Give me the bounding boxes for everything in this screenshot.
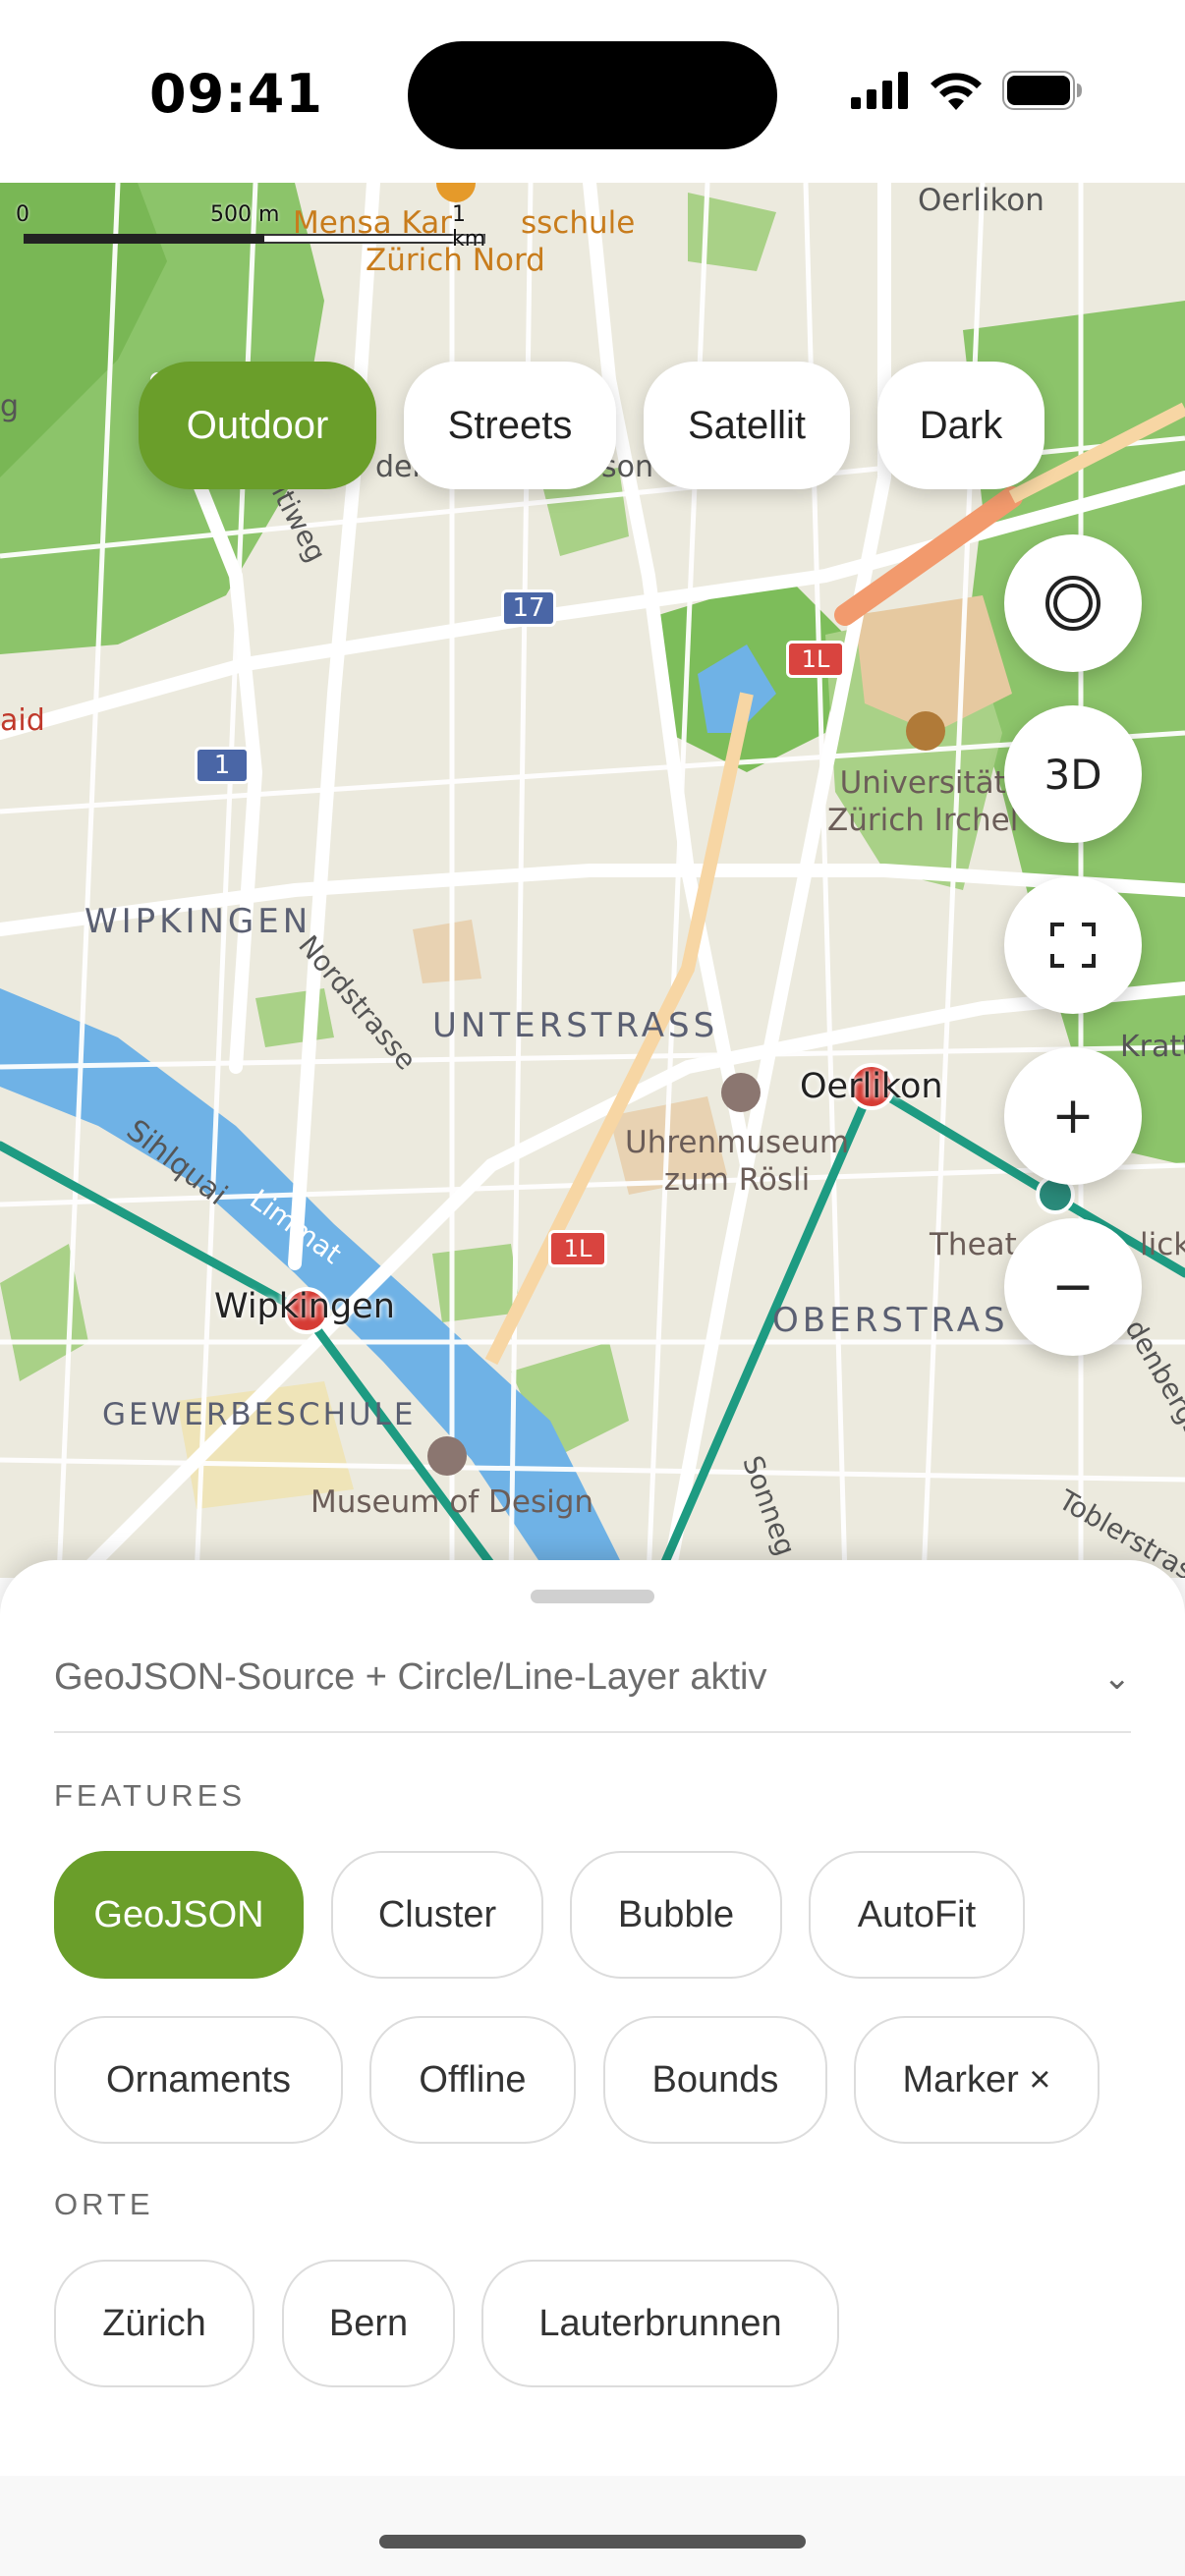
- road-shield-1: 1: [195, 747, 250, 784]
- fullscreen-button[interactable]: [1004, 876, 1142, 1014]
- signal-icon: [851, 72, 908, 109]
- wifi-icon: [931, 73, 982, 110]
- poi-label-museum-design: Museum of Design: [310, 1484, 594, 1520]
- source-selector-label: GeoJSON-Source + Circle/Line-Layer aktiv: [54, 1656, 767, 1698]
- style-chip-outdoor[interactable]: Outdoor: [139, 362, 376, 489]
- locate-button[interactable]: [1004, 534, 1142, 672]
- road-shield-1l: 1L: [786, 641, 845, 678]
- poi-label-uhrenmuseum: Uhrenmuseum zum Rösli: [625, 1125, 850, 1198]
- road-shield-1l: 1L: [548, 1230, 607, 1267]
- bottom-sheet: GeoJSON-Source + Circle/Line-Layer aktiv…: [0, 1560, 1185, 2476]
- sheet-grabber[interactable]: [531, 1590, 654, 1603]
- scale-label-mid: 500 m: [210, 202, 280, 227]
- scale-label-end: 1 km: [452, 202, 486, 252]
- status-icons: [851, 71, 1083, 110]
- place-chip-zurich[interactable]: Zürich: [54, 2260, 254, 2387]
- feature-chip-autofit[interactable]: AutoFit: [809, 1851, 1025, 1979]
- home-indicator: [379, 2535, 806, 2548]
- poi-label-lick: lick: [1140, 1227, 1185, 1262]
- fullscreen-icon: [1050, 923, 1096, 968]
- feature-chip-offline[interactable]: Offline: [369, 2016, 576, 2144]
- map-label-aid: aid: [0, 703, 45, 738]
- style-chip-dark[interactable]: Dark: [877, 362, 1044, 489]
- zoom-out-button[interactable]: −: [1004, 1218, 1142, 1356]
- poi-label-theat: Theat: [930, 1227, 1017, 1262]
- district-label-wipkingen: WIPKINGEN: [85, 902, 312, 941]
- district-label-gewerbeschule: GEWERBESCHULE: [102, 1397, 417, 1432]
- museum-icon: [427, 1436, 467, 1476]
- feature-chip-bubble[interactable]: Bubble: [570, 1851, 782, 1979]
- station-label-oerlikon: Oerlikon: [800, 1067, 943, 1106]
- source-selector[interactable]: GeoJSON-Source + Circle/Line-Layer aktiv…: [54, 1641, 1131, 1719]
- dynamic-island: [408, 41, 777, 149]
- map-label-kratten: Kratten: [1120, 1030, 1185, 1064]
- station-label-wipkingen: Wipkingen: [214, 1287, 395, 1326]
- style-chip-streets[interactable]: Streets: [404, 362, 616, 489]
- target-icon: [1045, 576, 1100, 631]
- 3d-toggle-button[interactable]: 3D: [1004, 705, 1142, 843]
- scale-bar: 0 500 m 1 km: [14, 196, 485, 252]
- map-label-g: g: [0, 389, 20, 423]
- feature-chip-geojson[interactable]: GeoJSON: [54, 1851, 304, 1979]
- scale-label-zero: 0: [16, 202, 29, 227]
- poi-label-universitaet: Universität Zürich Irchel: [827, 765, 1019, 838]
- district-label-oberstrass: OBERSTRAS: [772, 1301, 1009, 1340]
- university-icon: [906, 711, 945, 751]
- district-label-unterstrass: UNTERSTRASS: [432, 1006, 719, 1045]
- scale-bar-fill: [24, 234, 264, 244]
- poi-label-mensa-rest: sschule: [521, 205, 636, 241]
- chevron-down-icon: ⌄: [1102, 1659, 1132, 1697]
- section-title-features: FEATURES: [54, 1778, 247, 1813]
- status-time: 09:41: [149, 63, 323, 125]
- feature-chip-marker[interactable]: Marker ×: [854, 2016, 1100, 2144]
- feature-chip-cluster[interactable]: Cluster: [331, 1851, 543, 1979]
- battery-icon: [1002, 71, 1082, 110]
- place-chip-bern[interactable]: Bern: [282, 2260, 455, 2387]
- place-chip-lauterbrunnen[interactable]: Lauterbrunnen: [481, 2260, 839, 2387]
- zoom-in-button[interactable]: +: [1004, 1047, 1142, 1185]
- style-chip-satellit[interactable]: Satellit: [644, 362, 850, 489]
- divider: [54, 1731, 1131, 1733]
- road-shield-17: 17: [501, 589, 556, 627]
- status-bar: 09:41: [0, 0, 1185, 183]
- section-title-places: ORTE: [54, 2187, 154, 2221]
- sheet-bottom-area: [0, 2476, 1185, 2576]
- museum-icon: [721, 1073, 761, 1112]
- feature-chip-bounds[interactable]: Bounds: [603, 2016, 827, 2144]
- place-label: Oerlikon: [918, 183, 1044, 218]
- feature-chip-ornaments[interactable]: Ornaments: [54, 2016, 343, 2144]
